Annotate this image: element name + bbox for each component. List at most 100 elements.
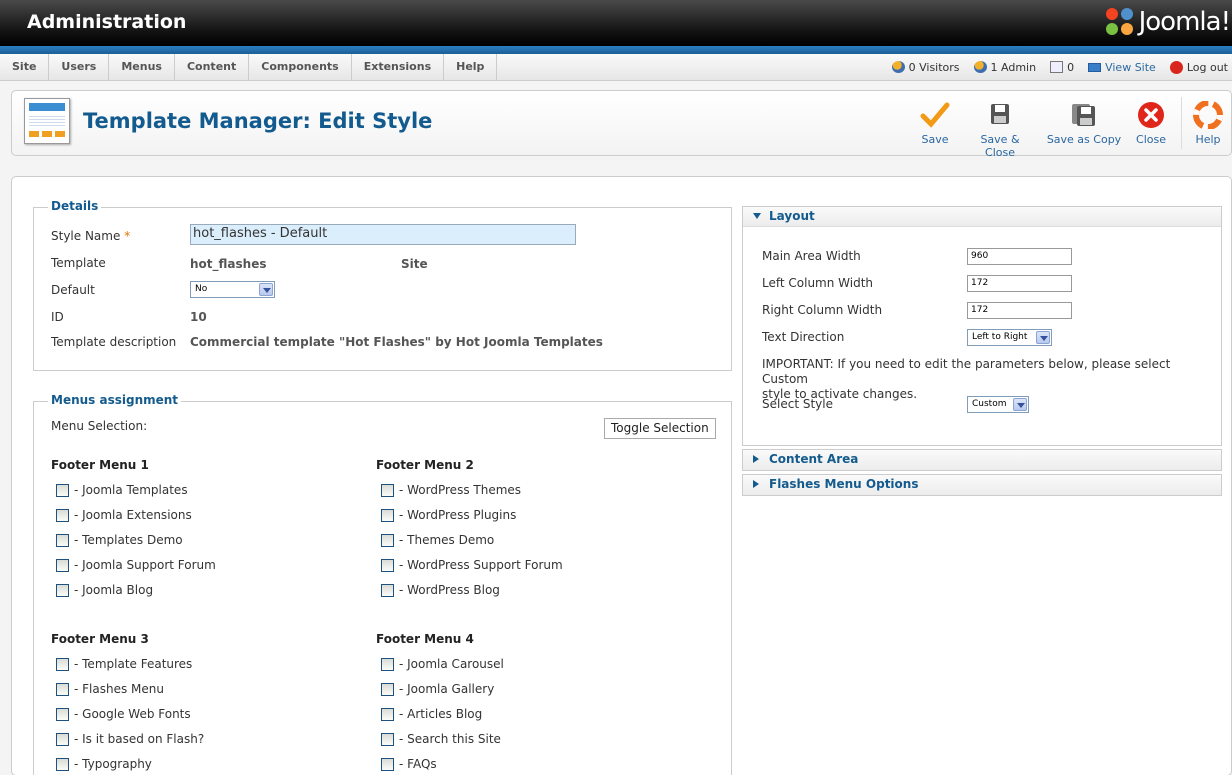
menu-checkbox[interactable] (56, 583, 69, 597)
status-area: 0 Visitors 1 Admin 0 View Site Log out (878, 54, 1232, 80)
menu-checkbox[interactable] (56, 732, 69, 746)
menu-checkbox[interactable] (56, 757, 69, 771)
menu-checkbox[interactable] (381, 533, 394, 547)
layout-section-header[interactable]: Layout (743, 207, 1221, 227)
default-select-value: No (195, 284, 208, 294)
text-direction-select[interactable]: Left to Right (967, 329, 1052, 346)
main-area-width-input[interactable]: 960 (967, 248, 1072, 265)
list-item[interactable]: - Google Web Fonts (56, 707, 191, 721)
menu-checkbox[interactable] (381, 583, 394, 597)
menu-checkbox[interactable] (381, 732, 394, 746)
menu-users[interactable]: Users (49, 54, 110, 80)
list-item[interactable]: - Joomla Blog (56, 583, 153, 597)
menu-checkbox[interactable] (381, 682, 394, 696)
list-item[interactable]: - Typography (56, 757, 152, 771)
list-item[interactable]: - Joomla Gallery (381, 682, 494, 696)
menu-checkbox[interactable] (56, 533, 69, 547)
list-item[interactable]: - WordPress Themes (381, 483, 521, 497)
style-name-input[interactable]: hot_flashes - Default (190, 224, 576, 245)
menu-item-label: - FAQs (399, 757, 437, 771)
admins-status: 1 Admin (973, 61, 1036, 74)
menu-checkbox[interactable] (381, 558, 394, 572)
close-button[interactable]: Close (1133, 101, 1169, 146)
menu-extensions[interactable]: Extensions (352, 54, 445, 80)
menu-checkbox[interactable] (56, 682, 69, 696)
template-value: hot_flashes (190, 257, 267, 271)
menu-item-label: - Typography (74, 757, 152, 771)
menu-checkbox[interactable] (381, 508, 394, 522)
save-close-button[interactable]: Save & Close (964, 101, 1036, 159)
admin-header: Administration Joomla! (0, 0, 1232, 46)
view-site-icon (1088, 62, 1102, 72)
menu-checkbox[interactable] (56, 508, 69, 522)
logout-label: Log out (1186, 60, 1228, 74)
menu-item-label: - Articles Blog (399, 707, 483, 721)
list-item[interactable]: - Joomla Support Forum (56, 558, 216, 572)
view-site-link[interactable]: View Site (1088, 61, 1156, 74)
list-item[interactable]: - Is it based on Flash? (56, 732, 204, 746)
menu-checkbox[interactable] (381, 757, 394, 771)
content-area-header[interactable]: Content Area (743, 450, 1221, 470)
menu-item-label: - Flashes Menu (74, 682, 164, 696)
help-lifebuoy-icon (1193, 101, 1223, 129)
help-button[interactable]: Help (1192, 101, 1224, 146)
menu-checkbox[interactable] (56, 707, 69, 721)
list-item[interactable]: - Articles Blog (381, 707, 482, 721)
menu-checkbox[interactable] (381, 657, 394, 671)
menu-item-label: - Templates Demo (74, 533, 183, 547)
messages-status[interactable]: 0 (1050, 61, 1074, 74)
menu-site[interactable]: Site (0, 54, 50, 80)
toggle-selection-button[interactable]: Toggle Selection (604, 418, 716, 439)
menu-item-label: - Joomla Carousel (399, 657, 504, 671)
select-style-select[interactable]: Custom (967, 396, 1029, 413)
footer-menu-2-title: Footer Menu 2 (376, 458, 474, 472)
save-as-copy-button[interactable]: Save as Copy (1046, 101, 1122, 146)
list-item[interactable]: - WordPress Support Forum (381, 558, 563, 572)
save-close-icon (991, 104, 1009, 124)
admin-title: Administration (27, 11, 187, 33)
content-area-section[interactable]: Content Area (742, 449, 1222, 471)
menu-components[interactable]: Components (249, 54, 352, 80)
list-item[interactable]: - WordPress Blog (381, 583, 500, 597)
logout-link[interactable]: Log out (1169, 60, 1228, 74)
menu-checkbox[interactable] (56, 558, 69, 572)
collapsed-triangle-icon (753, 455, 759, 463)
flashes-menu-options-header[interactable]: Flashes Menu Options (743, 475, 1221, 495)
view-site-label: View Site (1105, 60, 1156, 74)
save-check-icon (920, 102, 950, 128)
menu-checkbox[interactable] (381, 707, 394, 721)
right-column-width-input[interactable]: 172 (967, 302, 1072, 319)
chevron-down-icon (259, 283, 273, 296)
menus-assignment-legend: Menus assignment (48, 393, 182, 407)
flashes-menu-options-section[interactable]: Flashes Menu Options (742, 474, 1222, 496)
close-label: Close (1136, 133, 1166, 146)
menu-checkbox[interactable] (56, 657, 69, 671)
list-item[interactable]: - Search this Site (381, 732, 501, 746)
list-item[interactable]: - Joomla Templates (56, 483, 188, 497)
list-item[interactable]: - Templates Demo (56, 533, 183, 547)
list-item[interactable]: - Themes Demo (381, 533, 494, 547)
menu-selection-label: Menu Selection: (51, 419, 148, 433)
list-item[interactable]: - Joomla Extensions (56, 508, 192, 522)
list-item[interactable]: - Template Features (56, 657, 192, 671)
template-manager-icon (24, 98, 70, 144)
list-item[interactable]: - Joomla Carousel (381, 657, 504, 671)
list-item[interactable]: - Flashes Menu (56, 682, 164, 696)
page-toolbar: Template Manager: Edit Style Save Save &… (11, 90, 1232, 159)
menu-help[interactable]: Help (444, 54, 498, 80)
list-item[interactable]: - FAQs (381, 757, 437, 771)
important-note-line-1: IMPORTANT: If you need to edit the param… (762, 357, 1171, 386)
menu-checkbox[interactable] (381, 483, 394, 497)
select-style-label: Select Style (762, 397, 833, 411)
right-column-width-label: Right Column Width (762, 303, 883, 317)
menu-content[interactable]: Content (175, 54, 250, 80)
joomla-logo: Joomla! (1105, 6, 1231, 38)
list-item[interactable]: - WordPress Plugins (381, 508, 516, 522)
template-client: Site (401, 257, 428, 271)
menu-menus[interactable]: Menus (109, 54, 175, 80)
left-column-width-label: Left Column Width (762, 276, 874, 290)
left-column-width-input[interactable]: 172 (967, 275, 1072, 292)
menu-checkbox[interactable] (56, 483, 69, 497)
save-button[interactable]: Save (917, 101, 953, 146)
default-select[interactable]: No (190, 281, 275, 298)
